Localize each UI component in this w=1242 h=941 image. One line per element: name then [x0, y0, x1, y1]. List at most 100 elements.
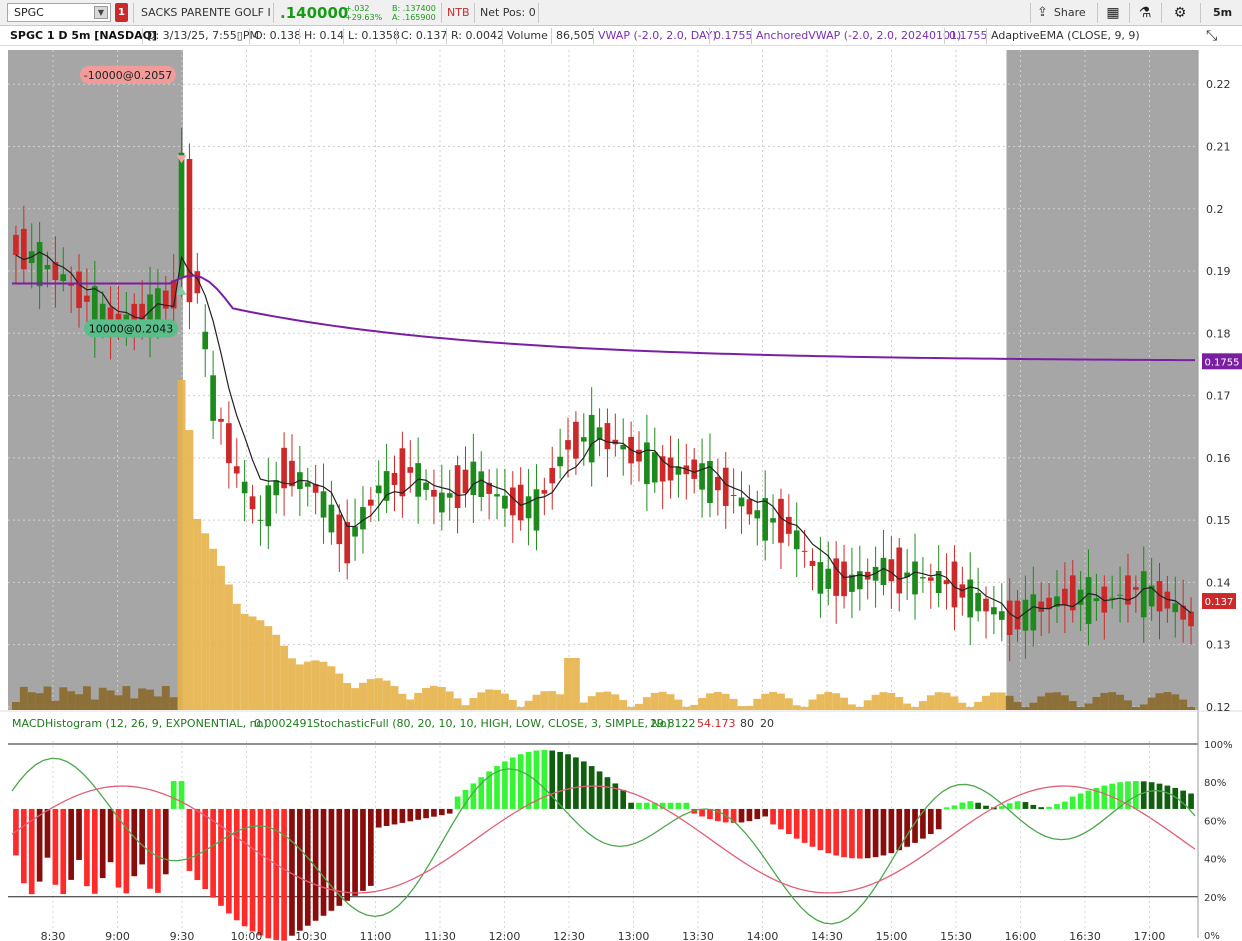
volume-bar: [1124, 700, 1132, 710]
time-tick-label: 9:30: [170, 930, 195, 941]
chevron-down-icon[interactable]: ▼: [94, 6, 108, 19]
link-group-badge[interactable]: 1: [115, 3, 128, 22]
volume-bar: [863, 700, 872, 710]
ask-value: A: .165900: [392, 13, 436, 22]
macd-histogram-bar: [438, 808, 445, 816]
macd-histogram-bar: [833, 808, 839, 856]
chart-title[interactable]: SPGC 1 D 5m [NASDAQ]: [10, 26, 157, 45]
volume-label[interactable]: Volume: [507, 26, 548, 45]
candle: [20, 228, 27, 270]
time-tick-label: 16:30: [1069, 930, 1101, 941]
volume-bar: [82, 686, 91, 710]
stochastic-k-value: 29.8122: [650, 717, 696, 730]
volume-bar: [1053, 692, 1061, 710]
macd-histogram-bar: [770, 808, 776, 825]
change-pct: +29.63%: [345, 13, 383, 22]
stoch-tick-label: 80%: [1204, 778, 1226, 789]
divider: [1200, 3, 1201, 23]
macd-histogram-bar: [99, 808, 106, 879]
macd-histogram-bar: [825, 808, 832, 854]
crosshair-tool-icon[interactable]: ⤡: [1206, 26, 1217, 45]
volume-bar: [374, 678, 383, 710]
volume-bar: [35, 693, 44, 710]
macd-histogram-bar: [178, 781, 185, 809]
volume-bar: [59, 687, 68, 710]
volume-bar: [75, 694, 83, 710]
macd-histogram-bar: [809, 808, 816, 847]
price-chart[interactable]: -10000@0.2057 10000@0.2043 0.22 0.21 0.2 0.1…: [0, 46, 1242, 941]
candle: [525, 496, 532, 519]
macd-histogram-bar: [60, 808, 67, 895]
stochastic-label[interactable]: StochasticFull (80, 20, 10, 10, HIGH, LO…: [313, 717, 671, 730]
candle: [368, 499, 374, 506]
volume-bar: [871, 694, 880, 710]
volume-bar: [485, 689, 494, 710]
volume-bar: [595, 692, 604, 710]
macd-histogram-bar: [1164, 785, 1171, 809]
candle: [36, 242, 43, 287]
macd-histogram-bar: [856, 808, 863, 859]
grid-layout-button[interactable]: ▦: [1099, 3, 1127, 22]
macd-histogram-bar: [927, 808, 934, 835]
candle: [588, 414, 595, 463]
volume-bar: [1045, 692, 1054, 710]
symbol-input[interactable]: SPGC ▼: [7, 3, 111, 22]
price-tick-label: 0.22: [1206, 78, 1231, 91]
volume-bar: [303, 661, 312, 710]
candle: [431, 489, 437, 497]
macd-value: 0.0002491: [254, 717, 314, 730]
anchored-vwap-label[interactable]: AnchoredVWAP (-2.0, 2.0, 20240101): [756, 26, 961, 45]
volume-bar: [792, 705, 801, 710]
candle: [565, 440, 571, 450]
candle: [549, 467, 556, 484]
volume-bar: [138, 688, 147, 710]
divider: [751, 28, 752, 44]
candle: [715, 476, 721, 491]
candle: [967, 579, 974, 618]
macd-label[interactable]: MACDHistogram (12, 26, 9, EXPONENTIAL, n…: [12, 717, 268, 730]
share-button[interactable]: ⇪ Share: [1037, 3, 1086, 22]
stochastic-d-value: 54.173: [697, 717, 736, 730]
volume-bar: [1060, 695, 1069, 710]
divider: [133, 3, 134, 23]
price-tick-label: 0.16: [1206, 452, 1231, 465]
volume-bar: [232, 603, 241, 710]
macd-histogram-bar: [588, 766, 595, 809]
volume-bar: [500, 693, 509, 710]
adaptive-ema-label[interactable]: AdaptiveEMA (CLOSE, 9, 9): [991, 26, 1140, 45]
volume-bar: [650, 692, 659, 710]
macd-histogram-bar: [139, 808, 145, 865]
candle: [202, 331, 209, 350]
candle: [557, 456, 563, 467]
volume-bar: [1147, 697, 1156, 710]
vwap-label[interactable]: VWAP (-2.0, 2.0, DAY): [598, 26, 717, 45]
divider: [944, 28, 945, 44]
volume-bar: [942, 692, 951, 710]
time-tick-label: 13:30: [682, 930, 714, 941]
change-abs: +.032: [345, 4, 370, 13]
volume-bar: [193, 519, 202, 710]
price-tick-label: 0.15: [1206, 514, 1231, 527]
candle: [785, 516, 792, 534]
candle: [975, 592, 981, 612]
ntb-badge: NTB: [447, 6, 470, 19]
candle: [1093, 598, 1100, 602]
candle: [920, 577, 926, 579]
candle: [880, 557, 887, 585]
macd-histogram-bar: [170, 781, 177, 809]
volume-bar: [469, 698, 478, 710]
macd-histogram-bar: [1030, 804, 1037, 809]
divider: [502, 28, 503, 44]
candle: [1014, 600, 1021, 630]
macd-histogram-bar: [383, 808, 390, 826]
settings-button[interactable]: ⚙: [1166, 3, 1194, 22]
volume-bar: [185, 430, 194, 710]
volume-bar: [879, 692, 888, 710]
macd-histogram-bar: [517, 754, 524, 809]
macd-histogram-bar: [194, 808, 201, 881]
volume-bar: [43, 686, 52, 710]
divider: [396, 28, 397, 44]
candle: [320, 491, 327, 518]
timeframe-selector[interactable]: 5m: [1213, 3, 1232, 22]
studies-button[interactable]: ⚗: [1131, 3, 1159, 22]
